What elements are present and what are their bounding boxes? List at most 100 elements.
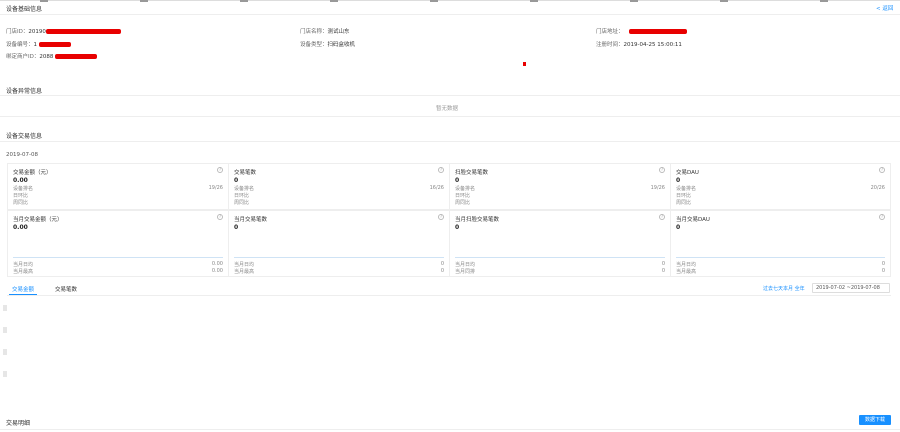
- store-name-row: 门店名称：测试山东: [300, 27, 350, 35]
- card-title: 当月扫脸交易笔数: [455, 217, 500, 223]
- sparkline: [13, 257, 223, 258]
- reg-time-label: 注册时间：: [596, 42, 624, 48]
- max-value: 0: [881, 268, 885, 274]
- day-compare-label: 日环比: [455, 193, 471, 199]
- rank-value: 20/26: [870, 185, 885, 191]
- rank-value: 16/26: [429, 185, 444, 191]
- range-selector[interactable]: 过去七天本月 全年: [763, 285, 805, 292]
- date-range-picker[interactable]: 2019-07-02 ~2019-07-08: [812, 283, 890, 293]
- top-tick: [820, 0, 828, 2]
- info-icon[interactable]: ?: [438, 167, 444, 173]
- day-compare-label: 日环比: [676, 193, 692, 199]
- info-icon[interactable]: ?: [438, 214, 444, 220]
- reg-time-value: 2019-04-25 15:00:11: [623, 42, 682, 48]
- info-icon[interactable]: ?: [217, 167, 223, 173]
- week-compare-label: 周同比: [234, 200, 250, 206]
- avg-value: 0: [661, 261, 665, 267]
- avg-value: 0: [440, 261, 444, 267]
- kpi-card-amount: 交易金额（元） ? 0.00 设备排名 19/26 日环比 周同比: [7, 163, 229, 210]
- store-addr-row: 门店地址：: [596, 27, 687, 35]
- merchant-id-row: 绑定商户ID：2088: [6, 52, 98, 60]
- device-type-row: 设备类型：扫码盒收机: [300, 40, 355, 48]
- info-icon[interactable]: ?: [659, 214, 665, 220]
- avg-label: 当月日均: [13, 262, 34, 268]
- store-id-row: 门店ID：20190: [6, 27, 121, 35]
- kpi-card-face: 扫脸交易笔数 ? 0 设备排名 19/26 日环比 周同比: [449, 163, 671, 210]
- redaction-mark: [45, 29, 121, 34]
- tab-count[interactable]: 交易笔数: [55, 285, 77, 293]
- card-value: 0: [676, 177, 681, 184]
- card-value: 0: [676, 224, 681, 231]
- top-tick: [530, 0, 538, 2]
- divider: [0, 116, 900, 117]
- cursor-mark: [523, 62, 526, 66]
- merchant-id-value: 2088: [39, 54, 54, 60]
- max-label: 当月最高: [676, 269, 697, 275]
- max-value: 0: [440, 268, 444, 274]
- store-name-label: 门店名称：: [300, 29, 328, 35]
- sparkline: [234, 257, 444, 258]
- redaction-mark: [39, 42, 72, 47]
- rank-label: 设备排名: [455, 186, 476, 192]
- rank-label: 设备排名: [13, 186, 34, 192]
- avg-value: 0.00: [211, 261, 223, 267]
- day-compare-label: 日环比: [234, 193, 250, 199]
- divider: [0, 14, 900, 15]
- rank-label: 设备排名: [676, 186, 697, 192]
- top-tick: [630, 0, 638, 2]
- device-type-value: 扫码盒收机: [327, 42, 356, 48]
- rank-value: 19/26: [650, 185, 665, 191]
- device-no-value: 1: [33, 42, 38, 48]
- merchant-id-label: 绑定商户ID：: [6, 54, 40, 60]
- card-value: 0: [455, 224, 460, 231]
- card-title: 当月交易笔数: [234, 217, 268, 223]
- card-value: 0.00: [13, 224, 28, 231]
- redaction-mark: [55, 54, 98, 59]
- card-title: 交易DAU: [676, 170, 699, 176]
- edge-mark: [3, 349, 7, 355]
- reg-time-row: 注册时间：2019-04-25 15:00:11: [596, 40, 682, 48]
- max-label: 当月最高: [13, 269, 34, 275]
- card-title: 当月交易DAU: [676, 217, 710, 223]
- info-icon[interactable]: ?: [217, 214, 223, 220]
- week-compare-label: 周同比: [13, 200, 29, 206]
- max-label: 当月最高: [234, 269, 255, 275]
- sparkline: [455, 257, 665, 258]
- card-title: 当月交易金额（元）: [13, 217, 63, 223]
- rank-value: 19/26: [208, 185, 223, 191]
- max-label: 当月同排: [455, 269, 476, 275]
- info-icon[interactable]: ?: [879, 214, 885, 220]
- trade-title: 设备交易信息: [6, 133, 43, 140]
- day-compare-label: 日环比: [13, 193, 29, 199]
- card-value: 0.00: [13, 177, 28, 184]
- divider: [0, 141, 900, 142]
- top-border: [0, 0, 900, 1]
- info-icon[interactable]: ?: [879, 167, 885, 173]
- monthly-card-count: 当月交易笔数 ? 0 当月日均 0 当月最高 0: [228, 210, 450, 277]
- edge-mark: [3, 305, 7, 311]
- detail-title: 交易明细: [6, 420, 31, 427]
- edge-mark: [3, 371, 7, 377]
- monthly-card-amount: 当月交易金额（元） ? 0.00 当月日均 0.00 当月最高 0.00: [7, 210, 229, 277]
- edge-mark: [3, 327, 7, 333]
- week-compare-label: 周同比: [676, 200, 692, 206]
- store-id-label: 门店ID：: [6, 29, 29, 35]
- monthly-card-face: 当月扫脸交易笔数 ? 0 当月日均 0 当月同排 0: [449, 210, 671, 277]
- store-id-value: 20190: [28, 29, 46, 35]
- info-icon[interactable]: ?: [659, 167, 665, 173]
- back-link[interactable]: < 返回: [876, 4, 893, 12]
- sparkline: [676, 257, 885, 258]
- card-value: 0: [234, 224, 239, 231]
- week-compare-label: 周同比: [455, 200, 471, 206]
- top-tick: [720, 0, 728, 2]
- card-title: 交易金额（元）: [13, 170, 52, 176]
- tab-amount[interactable]: 交易金额: [12, 285, 34, 293]
- avg-label: 当月日均: [234, 262, 255, 268]
- download-button[interactable]: 数据下载: [859, 415, 891, 425]
- card-title: 交易笔数: [234, 170, 257, 176]
- card-title: 扫脸交易笔数: [455, 170, 489, 176]
- trade-date: 2019-07-08: [6, 152, 38, 158]
- divider: [7, 295, 891, 296]
- avg-label: 当月日均: [455, 262, 476, 268]
- max-value: 0: [661, 268, 665, 274]
